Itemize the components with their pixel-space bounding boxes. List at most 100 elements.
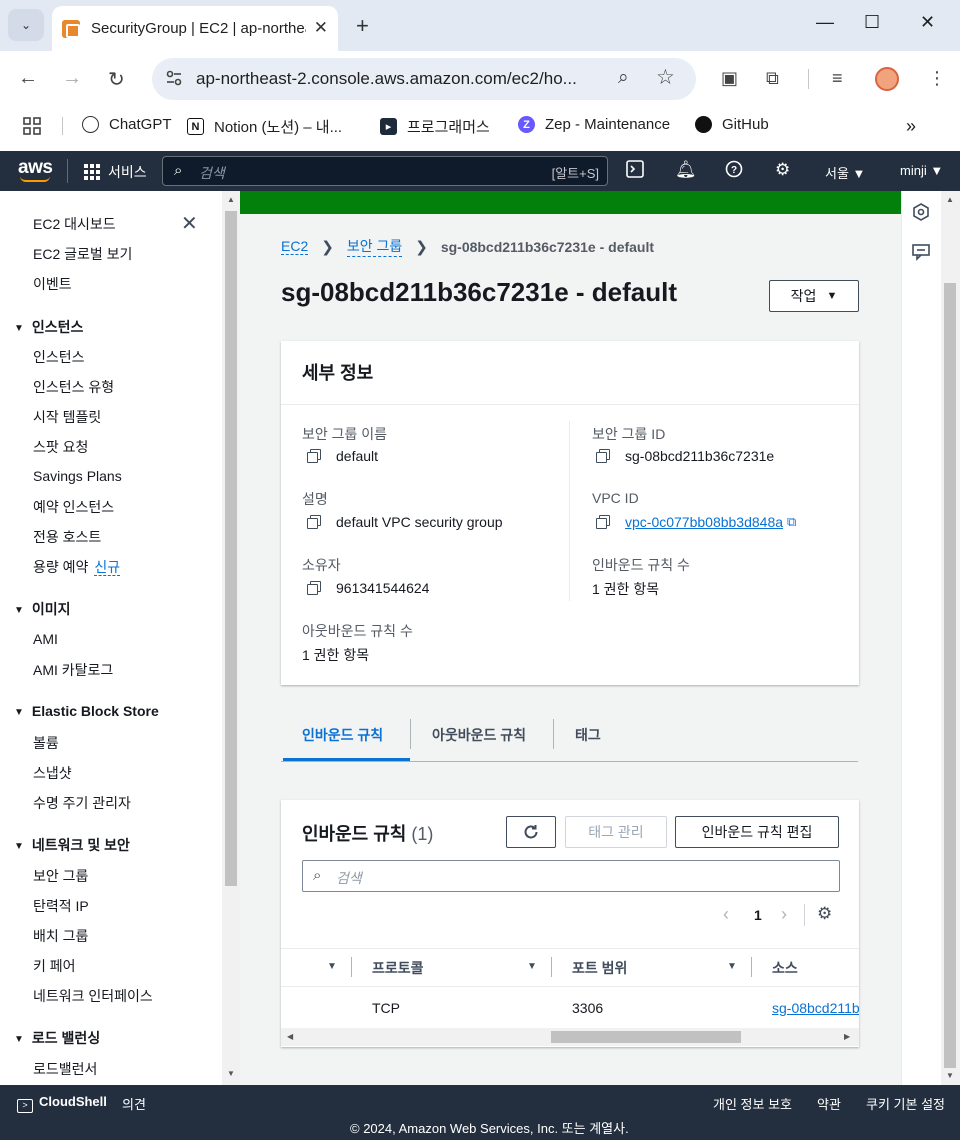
- external-link-icon[interactable]: ⧉: [787, 514, 796, 530]
- bookmark-star-icon[interactable]: ☆: [656, 65, 675, 90]
- close-sidebar-icon[interactable]: ✕: [181, 211, 198, 236]
- menu-icon[interactable]: ⋮: [928, 68, 946, 89]
- puzzle-icon[interactable]: ⧉: [766, 68, 779, 89]
- column-header-source[interactable]: 소스: [772, 958, 798, 978]
- settings-gear-icon[interactable]: ⚙: [775, 160, 790, 180]
- media-icon[interactable]: ≡: [832, 68, 843, 89]
- scroll-up-arrow-icon[interactable]: ▲: [946, 195, 954, 204]
- sidebar-item-volumes[interactable]: 볼륨: [33, 733, 59, 753]
- bookmark-github[interactable]: GitHub: [695, 116, 769, 133]
- next-page-icon[interactable]: ›: [781, 904, 787, 925]
- sidebar-scrollbar[interactable]: ▲ ▼: [222, 191, 240, 1085]
- sidebar-scroll-thumb[interactable]: [225, 211, 237, 886]
- breadcrumb-security-groups[interactable]: 보안 그룹: [346, 236, 403, 257]
- bookmark-zep[interactable]: Z Zep - Maintenance: [518, 116, 670, 133]
- scroll-up-arrow-icon[interactable]: ▲: [227, 195, 235, 204]
- tab-inbound-rules[interactable]: 인바운드 규칙: [302, 725, 383, 745]
- close-tab-icon[interactable]: ✕: [314, 18, 328, 38]
- cookie-preferences-link[interactable]: 쿠키 기본 설정: [866, 1094, 945, 1113]
- services-menu[interactable]: 서비스: [84, 162, 147, 182]
- address-bar[interactable]: ap-northeast-2.console.aws.amazon.com/ec…: [152, 58, 696, 100]
- sidebar-item-capacity-reservations[interactable]: 용량 예약 신규: [33, 557, 121, 577]
- tab-tags[interactable]: 태그: [575, 725, 601, 745]
- info-panel-icon[interactable]: [912, 203, 930, 224]
- sidebar-item-savings-plans[interactable]: Savings Plans: [33, 468, 122, 484]
- sidebar-section-load-balancing[interactable]: 로드 밸런싱: [14, 1028, 100, 1048]
- sidebar-section-network-security[interactable]: 네트워크 및 보안: [14, 835, 130, 855]
- bookmark-programmers[interactable]: ▸ 프로그래머스: [380, 116, 490, 137]
- site-info-icon[interactable]: [164, 68, 184, 88]
- new-badge[interactable]: 신규: [94, 559, 121, 576]
- profile-avatar[interactable]: [875, 67, 899, 91]
- reload-icon[interactable]: ↻: [108, 67, 125, 92]
- sidebar-item-dashboard[interactable]: EC2 대시보드: [33, 214, 116, 234]
- cell-source-link[interactable]: sg-08bcd211b36c7231e: [772, 1000, 859, 1016]
- sidebar-section-images[interactable]: 이미지: [14, 599, 71, 619]
- sidebar-section-ebs[interactable]: Elastic Block Store: [14, 703, 159, 719]
- aws-search-input[interactable]: ⌕ 검색 [알트+S]: [162, 156, 608, 186]
- region-selector[interactable]: 서울 ▼: [825, 163, 865, 182]
- copy-icon[interactable]: [595, 514, 611, 530]
- sidebar-item-dedicated-hosts[interactable]: 전용 호스트: [33, 527, 101, 547]
- copy-icon[interactable]: [306, 514, 322, 530]
- scroll-left-arrow-icon[interactable]: ◀: [287, 1032, 293, 1041]
- sidebar-item-instances[interactable]: 인스턴스: [33, 347, 85, 367]
- sidebar-item-global-view[interactable]: EC2 글로벌 보기: [33, 244, 132, 264]
- account-menu[interactable]: minji ▼: [900, 163, 943, 178]
- page-scrollbar[interactable]: ▲ ▼: [941, 191, 960, 1085]
- sidebar-item-network-interfaces[interactable]: 네트워크 인터페이스: [33, 986, 153, 1006]
- column-header-protocol[interactable]: 프로토콜: [372, 958, 424, 978]
- vpc-id-link[interactable]: vpc-0c077bb08bb3d848a: [625, 514, 783, 530]
- sidebar-item-launch-templates[interactable]: 시작 템플릿: [33, 407, 101, 427]
- column-header-port-range[interactable]: 포트 범위: [572, 958, 627, 978]
- cloudshell-button[interactable]: > CloudShell: [17, 1094, 107, 1113]
- breadcrumb-ec2[interactable]: EC2: [281, 238, 309, 255]
- sidebar-item-load-balancers[interactable]: 로드밸런서: [33, 1059, 97, 1079]
- terms-link[interactable]: 약관: [817, 1094, 841, 1113]
- sidebar-item-lifecycle-manager[interactable]: 수명 주기 관리자: [33, 793, 131, 813]
- feedback-link[interactable]: 의견: [122, 1094, 146, 1113]
- scroll-right-arrow-icon[interactable]: ▶: [844, 1032, 850, 1041]
- privacy-link[interactable]: 개인 정보 보호: [713, 1094, 792, 1113]
- sidebar-item-events[interactable]: 이벤트: [33, 274, 72, 294]
- refresh-button[interactable]: [506, 816, 556, 848]
- sort-caret-icon[interactable]: ▼: [327, 961, 337, 972]
- page-scroll-thumb[interactable]: [944, 283, 956, 1068]
- sidebar-section-instances[interactable]: 인스턴스: [14, 317, 84, 337]
- sidebar-item-ami[interactable]: AMI: [33, 631, 58, 647]
- forward-icon[interactable]: →: [62, 67, 82, 90]
- zoom-icon[interactable]: ⌕: [618, 67, 629, 89]
- previous-page-icon[interactable]: ‹: [723, 904, 729, 925]
- actions-dropdown-button[interactable]: 작업 ▼: [769, 280, 859, 312]
- sidebar-item-placement-groups[interactable]: 배치 그룹: [33, 926, 88, 946]
- minimize-icon[interactable]: —: [816, 12, 834, 33]
- bookmark-notion[interactable]: N Notion (노션) – 내...: [187, 116, 342, 137]
- scroll-down-arrow-icon[interactable]: ▼: [946, 1071, 954, 1080]
- help-icon[interactable]: ?: [725, 160, 743, 183]
- sort-caret-icon[interactable]: ▼: [727, 961, 737, 972]
- copy-icon[interactable]: [595, 448, 611, 464]
- sidebar-item-ami-catalog[interactable]: AMI 카탈로그: [33, 660, 113, 680]
- extension-icon[interactable]: ▣: [721, 68, 738, 89]
- close-window-icon[interactable]: ✕: [920, 12, 935, 33]
- bookmark-chatgpt[interactable]: ChatGPT: [82, 116, 172, 133]
- sidebar-item-instance-types[interactable]: 인스턴스 유형: [33, 377, 114, 397]
- maximize-icon[interactable]: ☐: [864, 12, 880, 33]
- sidebar-item-elastic-ips[interactable]: 탄력적 IP: [33, 896, 89, 916]
- sort-caret-icon[interactable]: ▼: [527, 961, 537, 972]
- sidebar-item-spot-requests[interactable]: 스팟 요청: [33, 437, 88, 457]
- copy-icon[interactable]: [306, 448, 322, 464]
- feedback-panel-icon[interactable]: [912, 243, 930, 264]
- edit-inbound-rules-button[interactable]: 인바운드 규칙 편집: [675, 816, 839, 848]
- back-icon[interactable]: ←: [18, 67, 38, 90]
- scroll-down-arrow-icon[interactable]: ▼: [227, 1069, 235, 1078]
- sidebar-item-snapshots[interactable]: 스냅샷: [33, 763, 72, 783]
- browser-tab[interactable]: SecurityGroup | EC2 | ap-northeast-2 ✕: [52, 6, 338, 51]
- sidebar-item-key-pairs[interactable]: 키 페어: [33, 956, 76, 976]
- table-preferences-gear-icon[interactable]: ⚙: [817, 904, 832, 924]
- tab-outbound-rules[interactable]: 아웃바운드 규칙: [432, 725, 526, 745]
- table-scroll-thumb[interactable]: [551, 1031, 741, 1043]
- new-tab-icon[interactable]: +: [356, 13, 369, 39]
- cloudshell-icon[interactable]: [626, 160, 644, 183]
- current-page[interactable]: 1: [754, 907, 762, 923]
